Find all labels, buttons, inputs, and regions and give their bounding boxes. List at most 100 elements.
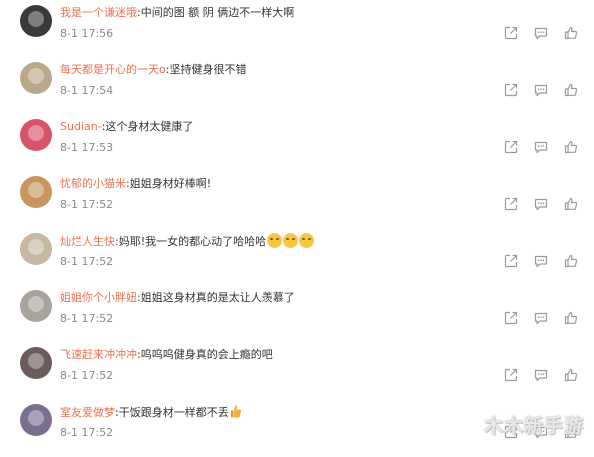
comment-timestamp: 8-1 17:52	[60, 255, 114, 268]
comment-line: 我是一个谦迷哦:中间的图 额 阴 俩边不一样大啊	[60, 5, 294, 21]
comment-actions	[503, 25, 583, 41]
thumbs-up-icon	[563, 196, 579, 212]
avatar[interactable]	[20, 347, 52, 379]
blush-emoji-icon	[267, 233, 283, 248]
comment-line: 姐姐你个小胖妞:姐姐这身材真的是太让人羡慕了	[60, 290, 295, 306]
reply-button[interactable]	[533, 82, 549, 98]
thumbs-up-icon	[563, 310, 579, 326]
comment-actions	[503, 253, 583, 269]
avatar[interactable]	[20, 119, 52, 151]
thumbs-up-icon	[563, 139, 579, 155]
comment-timestamp: 8-1 17:56	[60, 27, 114, 40]
share-icon	[503, 367, 519, 383]
comment-icon	[533, 139, 549, 155]
watermark: 木木新手游	[483, 415, 584, 437]
share-button[interactable]	[503, 25, 519, 41]
share-icon	[503, 139, 519, 155]
comment-item: 姐姐你个小胖妞:姐姐这身材真的是太让人羡慕了 8-1 17:52	[0, 286, 594, 343]
share-button[interactable]	[503, 196, 519, 212]
thumbs-up-icon	[563, 82, 579, 98]
reply-button[interactable]	[533, 367, 549, 383]
comment-username[interactable]: 室友爱做梦	[60, 406, 115, 419]
comment-item: 每天都是开心的一天o:坚持健身很不错 8-1 17:54	[0, 58, 594, 115]
share-button[interactable]	[503, 310, 519, 326]
like-button[interactable]	[563, 367, 579, 383]
comment-text: 中间的图 额 阴 俩边不一样大啊	[140, 6, 295, 19]
reply-button[interactable]	[533, 25, 549, 41]
comment-text: 呜呜呜健身真的会上瘾的吧	[140, 348, 273, 361]
comment-icon	[533, 196, 549, 212]
comment-icon	[533, 82, 549, 98]
comment-icon	[533, 253, 549, 269]
like-button[interactable]	[563, 253, 579, 269]
avatar[interactable]	[20, 404, 52, 436]
comment-username[interactable]: 我是一个谦迷哦	[60, 6, 137, 19]
comment-item: 灿烂人生快:妈耶!我一女的都心动了哈哈哈 8-1 17:52	[0, 229, 594, 286]
comment-username[interactable]: Sudian-	[60, 120, 102, 133]
comment-item: Sudian-:这个身材太健康了 8-1 17:53	[0, 115, 594, 172]
comment-actions	[503, 139, 583, 155]
comment-icon	[533, 310, 549, 326]
comment-text: 姐姐这身材真的是太让人羡慕了	[140, 291, 295, 304]
share-button[interactable]	[503, 139, 519, 155]
comment-timestamp: 8-1 17:52	[60, 198, 114, 211]
comment-timestamp: 8-1 17:52	[60, 312, 114, 325]
comment-item: 我是一个谦迷哦:中间的图 额 阴 俩边不一样大啊 8-1 17:56	[0, 1, 594, 58]
like-button[interactable]	[563, 310, 579, 326]
comment-icon	[533, 367, 549, 383]
like-button[interactable]	[563, 139, 579, 155]
comment-timestamp: 8-1 17:53	[60, 141, 114, 154]
avatar[interactable]	[20, 62, 52, 94]
comment-username[interactable]: 每天都是开心的一天o	[60, 63, 166, 76]
reply-button[interactable]	[533, 310, 549, 326]
comment-username[interactable]: 飞速赶来冲冲冲	[60, 348, 137, 361]
comment-line: 每天都是开心的一天o:坚持健身很不错	[60, 62, 246, 78]
share-button[interactable]	[503, 367, 519, 383]
share-icon	[503, 253, 519, 269]
comment-timestamp: 8-1 17:52	[60, 369, 114, 382]
comment-actions	[503, 82, 583, 98]
comment-text: 干饭跟身材一样都不丢	[118, 406, 229, 419]
comment-item: 飞速赶来冲冲冲:呜呜呜健身真的会上瘾的吧 8-1 17:52	[0, 343, 594, 400]
comment-text: 妈耶!我一女的都心动了哈哈哈	[118, 235, 267, 248]
share-icon	[503, 310, 519, 326]
share-button[interactable]	[503, 253, 519, 269]
blush-emoji-icon	[299, 233, 315, 248]
comment-actions	[503, 196, 583, 212]
thumbs-up-icon	[563, 25, 579, 41]
comment-username[interactable]: 姐姐你个小胖妞	[60, 291, 137, 304]
comment-text: 这个身材太健康了	[105, 120, 194, 133]
comment-actions	[503, 310, 583, 326]
like-button[interactable]	[563, 196, 579, 212]
share-icon	[503, 82, 519, 98]
reply-button[interactable]	[533, 253, 549, 269]
reply-button[interactable]	[533, 139, 549, 155]
comment-line: 室友爱做梦:干饭跟身材一样都不丢	[60, 404, 242, 421]
comment-line: Sudian-:这个身材太健康了	[60, 119, 193, 135]
blush-emoji-icon	[283, 233, 299, 248]
comment-text: 坚持健身很不错	[169, 63, 247, 76]
comment-username[interactable]: 忧郁的小猫米	[60, 177, 126, 190]
comment-line: 飞速赶来冲冲冲:呜呜呜健身真的会上瘾的吧	[60, 347, 273, 363]
share-icon	[503, 196, 519, 212]
comment-text: 姐姐身材好棒啊!	[129, 177, 212, 190]
avatar[interactable]	[20, 233, 52, 265]
comment-timestamp: 8-1 17:54	[60, 84, 114, 97]
share-icon	[503, 25, 519, 41]
comment-line: 忧郁的小猫米:姐姐身材好棒啊!	[60, 176, 211, 192]
avatar[interactable]	[20, 290, 52, 322]
avatar[interactable]	[20, 5, 52, 37]
comment-icon	[533, 25, 549, 41]
avatar[interactable]	[20, 176, 52, 208]
share-button[interactable]	[503, 82, 519, 98]
like-button[interactable]	[563, 25, 579, 41]
comment-list: 我是一个谦迷哦:中间的图 额 阴 俩边不一样大啊 8-1 17:56 每天都是开心的…	[0, 0, 594, 444]
thumbs-up-icon	[563, 367, 579, 383]
comment-line: 灿烂人生快:妈耶!我一女的都心动了哈哈哈	[60, 233, 315, 250]
like-button[interactable]	[563, 82, 579, 98]
reply-button[interactable]	[533, 196, 549, 212]
comment-username[interactable]: 灿烂人生快	[60, 235, 115, 248]
thumbs-up-icon	[563, 253, 579, 269]
thumbs-up-emoji-icon	[229, 405, 242, 419]
comment-timestamp: 8-1 17:52	[60, 426, 114, 439]
